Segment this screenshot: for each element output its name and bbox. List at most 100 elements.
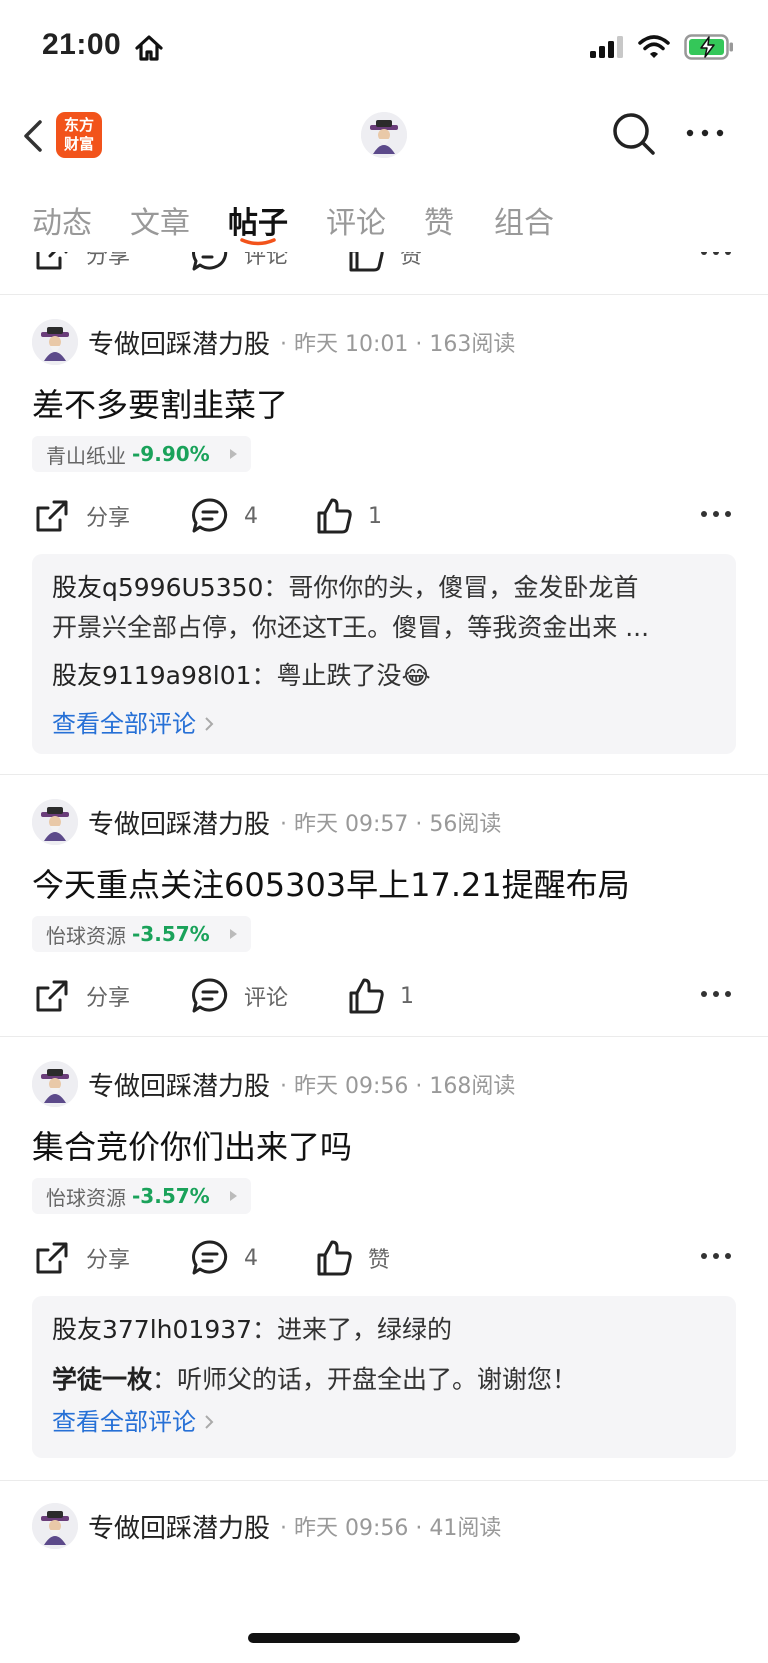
comment-button[interactable]: 评论 xyxy=(190,976,288,1016)
stock-tag[interactable]: 青山纸业 -9.90% xyxy=(32,436,251,472)
back-icon[interactable] xyxy=(18,116,48,156)
chevron-right-icon xyxy=(205,1415,214,1429)
comment-button[interactable]: 评论 xyxy=(190,252,288,274)
stock-name: 怡球资源 xyxy=(46,1185,126,1210)
comments-preview: 股友377lh01937：进来了，绿绿的 学徒一枚：听师父的话，开盘全出了。谢谢… xyxy=(32,1296,736,1458)
comment-item[interactable]: 股友9119a98l01：粤止跌了没😂 xyxy=(52,656,716,696)
share-icon xyxy=(36,252,68,270)
home-indicator[interactable] xyxy=(248,1633,520,1643)
tab-portfolio[interactable]: 组合 xyxy=(494,198,554,242)
like-icon xyxy=(317,1240,352,1276)
comment-icon xyxy=(192,978,228,1013)
comment-user[interactable]: 学徒一枚 xyxy=(52,1365,152,1394)
more-icon[interactable] xyxy=(700,510,732,518)
more-icon[interactable] xyxy=(684,118,726,148)
comment-item[interactable]: 学徒一枚：听师父的话，开盘全出了。谢谢您！ xyxy=(52,1360,716,1400)
author-name[interactable]: 专做回踩潜力股 xyxy=(88,1066,270,1103)
app-logo[interactable]: 东方 财富 xyxy=(56,112,102,158)
tab-comments[interactable]: 评论 xyxy=(326,198,386,242)
comment-item[interactable]: 股友q5996U5350：哥你你的头，傻冒，金发卧龙首 开景兴全部占停，你还这T… xyxy=(52,568,716,648)
author-avatar[interactable] xyxy=(32,1503,78,1549)
share-button[interactable]: 分享 xyxy=(32,1238,130,1278)
tab-dynamic[interactable]: 动态 xyxy=(32,198,92,242)
status-bar: 21:00 xyxy=(0,0,768,96)
post-title[interactable]: 差不多要割韭菜了 xyxy=(32,380,288,426)
avatar-image xyxy=(361,112,407,158)
comment-button[interactable]: 4 xyxy=(190,1238,258,1278)
avatar-image xyxy=(32,319,78,365)
post-header: 专做回踩潜力股 · 昨天 09:56 · 168阅读 xyxy=(32,1060,732,1108)
share-button[interactable]: 分享 xyxy=(32,496,130,536)
post-action-row: 分享 评论 1 xyxy=(0,964,768,1024)
share-icon xyxy=(36,1242,68,1274)
comment-text: ：进来了，绿绿的 xyxy=(252,1315,453,1344)
divider xyxy=(0,774,768,775)
like-button[interactable]: 赞 xyxy=(314,1238,390,1278)
tab-posts[interactable]: 帖子 xyxy=(228,198,288,242)
avatar-image xyxy=(32,1503,78,1549)
author-name[interactable]: 专做回踩潜力股 xyxy=(88,324,270,361)
post-action-row: 分享 4 1 xyxy=(0,484,768,544)
post-action-row: 分享 4 赞 xyxy=(0,1226,768,1286)
post-header: 专做回踩潜力股 · 昨天 10:01 · 163阅读 xyxy=(32,318,732,366)
author-avatar[interactable] xyxy=(32,1061,78,1107)
post-feed[interactable]: 分享 评论 赞 专做回踩潜力股 · 昨天 10:01 · 163阅读 差不多要割… xyxy=(0,252,768,1663)
comment-user[interactable]: 股友9119a98l01 xyxy=(52,661,252,690)
tag-arrow-icon xyxy=(229,1191,237,1201)
author-name[interactable]: 专做回踩潜力股 xyxy=(88,1508,270,1545)
post-title[interactable]: 集合竞价你们出来了吗 xyxy=(32,1122,352,1168)
stock-change: -9.90% xyxy=(132,442,210,466)
post-header: 专做回踩潜力股 · 昨天 09:57 · 56阅读 xyxy=(32,798,732,846)
stock-tag[interactable]: 怡球资源 -3.57% xyxy=(32,1178,251,1214)
tab-articles[interactable]: 文章 xyxy=(130,198,190,242)
comment-text: ：粤止跌了没😂 xyxy=(251,661,431,690)
view-all-comments-link[interactable]: 查看全部评论 xyxy=(52,1402,716,1442)
view-all-comments-link[interactable]: 查看全部评论 xyxy=(52,704,716,744)
comment-text: ：哥你你的头，傻冒，金发卧龙首 xyxy=(263,573,639,602)
post-header: 专做回踩潜力股 · 昨天 09:56 · 41阅读 xyxy=(32,1502,732,1550)
more-icon[interactable] xyxy=(700,252,732,256)
like-button[interactable]: 1 xyxy=(346,976,414,1016)
more-icon[interactable] xyxy=(700,990,732,998)
divider xyxy=(0,1036,768,1037)
comment-text: ：听师父的话，开盘全出了。谢谢您！ xyxy=(152,1365,578,1394)
search-icon[interactable] xyxy=(610,110,658,158)
divider xyxy=(0,294,768,295)
like-icon xyxy=(349,978,384,1014)
stock-change: -3.57% xyxy=(132,1184,210,1208)
tag-arrow-icon xyxy=(229,449,237,459)
post-action-row: 分享 评论 赞 xyxy=(0,252,768,282)
profile-avatar[interactable] xyxy=(361,112,407,158)
stock-tag[interactable]: 怡球资源 -3.57% xyxy=(32,916,251,952)
author-name[interactable]: 专做回踩潜力股 xyxy=(88,804,270,841)
share-icon xyxy=(36,500,68,532)
avatar-image xyxy=(32,1061,78,1107)
share-button[interactable]: 分享 xyxy=(32,252,130,274)
home-icon xyxy=(135,35,163,61)
comment-user[interactable]: 股友q5996U5350 xyxy=(52,573,263,602)
author-avatar[interactable] xyxy=(32,319,78,365)
chevron-right-icon xyxy=(205,717,214,731)
like-icon xyxy=(317,498,352,534)
battery-icon xyxy=(684,34,733,60)
stock-name: 怡球资源 xyxy=(46,923,126,948)
divider xyxy=(0,1480,768,1481)
comment-text-continued: 开景兴全部占停，你还这T王。傻冒，等我资金出来 ... xyxy=(52,613,650,642)
post-title[interactable]: 今天重点关注605303早上17.21提醒布局 xyxy=(32,860,630,906)
more-icon[interactable] xyxy=(700,1252,732,1260)
tag-arrow-icon xyxy=(229,929,237,939)
comment-item[interactable]: 股友377lh01937：进来了，绿绿的 xyxy=(52,1310,716,1350)
stock-change: -3.57% xyxy=(132,922,210,946)
stock-name: 青山纸业 xyxy=(46,443,126,468)
comment-icon xyxy=(192,498,228,533)
post-meta: · 昨天 09:56 · 41阅读 xyxy=(280,1516,502,1541)
share-button[interactable]: 分享 xyxy=(32,976,130,1016)
tab-likes[interactable]: 赞 xyxy=(424,198,454,242)
like-icon xyxy=(349,252,384,272)
comment-user[interactable]: 股友377lh01937 xyxy=(52,1315,252,1344)
like-button[interactable]: 1 xyxy=(314,496,382,536)
comment-button[interactable]: 4 xyxy=(190,496,258,536)
author-avatar[interactable] xyxy=(32,799,78,845)
signal-icon xyxy=(590,36,623,58)
like-button[interactable]: 赞 xyxy=(346,252,422,274)
